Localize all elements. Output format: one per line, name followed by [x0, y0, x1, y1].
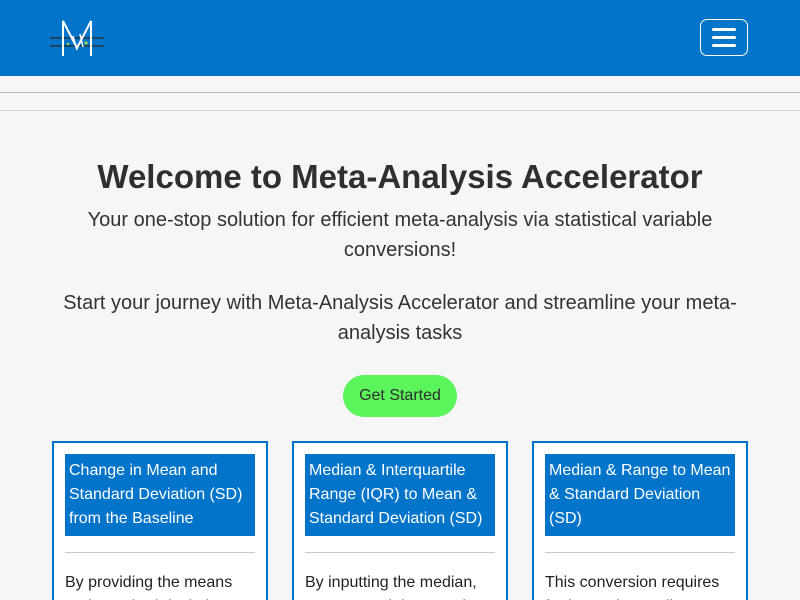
- hero-cta-text: Start your journey with Meta-Analysis Ac…: [63, 292, 737, 344]
- card-description: By inputting the median, Q1, Q3, and the…: [305, 574, 477, 600]
- meta-analysis-m-logo-icon[interactable]: [50, 17, 104, 59]
- sub-navbar-strip: [0, 92, 800, 111]
- conversion-card[interactable]: Median & Interquartile Range (IQR) to Me…: [292, 441, 508, 600]
- card-title[interactable]: Median & Interquartile Range (IQR) to Me…: [305, 454, 495, 536]
- page-title: Welcome to Meta-Analysis Accelerator: [97, 158, 703, 195]
- navbar: [0, 0, 800, 76]
- card-divider: [305, 552, 495, 553]
- get-started-button[interactable]: Get Started: [343, 375, 457, 417]
- card-description: By providing the means and standard devi…: [65, 574, 235, 600]
- card-divider: [65, 552, 255, 553]
- card-divider: [545, 552, 735, 553]
- hero-section: Welcome to Meta-Analysis Accelerator You…: [0, 155, 800, 348]
- hamburger-menu-button[interactable]: [700, 19, 748, 56]
- card-title[interactable]: Median & Range to Mean & Standard Deviat…: [545, 454, 735, 536]
- hero-tagline: Your one-stop solution for efficient met…: [87, 209, 713, 261]
- hamburger-menu-icon: [712, 28, 736, 31]
- hamburger-menu-icon-bar: [712, 36, 736, 39]
- card-title[interactable]: Change in Mean and Standard Deviation (S…: [65, 454, 255, 536]
- conversion-card[interactable]: Median & Range to Mean & Standard Deviat…: [532, 441, 748, 600]
- conversion-card[interactable]: Change in Mean and Standard Deviation (S…: [52, 441, 268, 600]
- hamburger-menu-icon-bar: [712, 44, 736, 47]
- card-description: This conversion requires for input: the …: [545, 574, 720, 600]
